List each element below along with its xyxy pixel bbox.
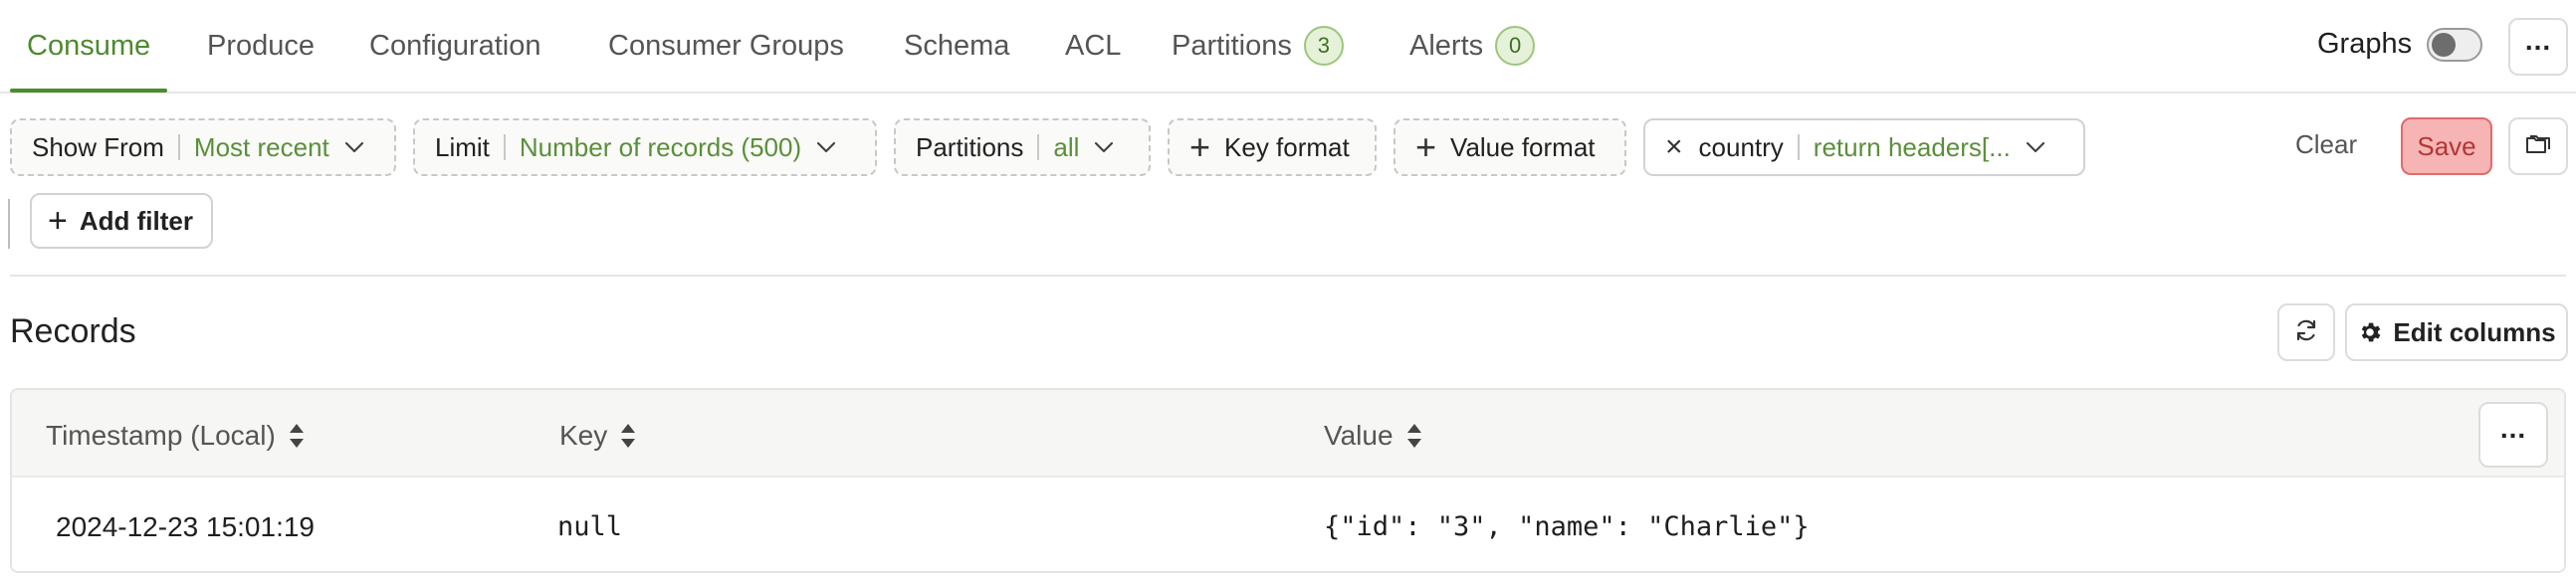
- table-options-button[interactable]: ...: [2478, 402, 2548, 468]
- filter-value: all: [1053, 131, 1080, 162]
- limit-filter[interactable]: Limit Number of records (500): [413, 118, 877, 176]
- column-label: Key: [559, 420, 608, 451]
- table-header: Timestamp (Local) Key Value ...: [12, 390, 2564, 478]
- sort-icon: [288, 422, 306, 450]
- partitions-count-badge: 3: [1303, 26, 1344, 66]
- tab-label: Partitions: [1172, 30, 1292, 62]
- filter-separator: [1037, 134, 1040, 160]
- key-format-button[interactable]: + Key format: [1168, 118, 1377, 176]
- cell-value: {"id": "3", "name": "Charlie"}: [1324, 511, 1810, 542]
- tab-produce[interactable]: Produce: [207, 30, 315, 92]
- column-label: Value: [1324, 420, 1394, 451]
- filter-label: Show From: [32, 131, 164, 162]
- show-from-filter[interactable]: Show From Most recent: [10, 118, 396, 176]
- header-filter-chip[interactable]: × country return headers[...: [1643, 118, 2085, 176]
- tab-label: Consumer Groups: [608, 30, 844, 62]
- sort-icon: [619, 422, 637, 450]
- filter-label: Limit: [435, 131, 490, 162]
- tab-label: Consume: [27, 30, 151, 62]
- chevron-down-icon: [2025, 136, 2046, 158]
- tab-consume[interactable]: Consume: [9, 30, 168, 93]
- tab-label: Produce: [207, 30, 316, 62]
- chevron-down-icon: [815, 136, 837, 158]
- key-format-label: Key format: [1224, 131, 1350, 162]
- filter-separator: [1797, 134, 1800, 160]
- filter-label: country: [1698, 131, 1784, 162]
- graphs-toggle[interactable]: [2427, 28, 2482, 62]
- filter-value: Number of records (500): [519, 131, 802, 162]
- edit-columns-button[interactable]: Edit columns: [2345, 303, 2568, 361]
- column-header-key[interactable]: Key: [559, 420, 637, 452]
- section-divider: [10, 275, 2566, 277]
- column-header-timestamp[interactable]: Timestamp (Local): [46, 420, 306, 452]
- filter-value: return headers[...: [1813, 131, 2011, 162]
- clear-button[interactable]: Clear: [2295, 129, 2357, 160]
- filter-value: Most recent: [193, 131, 329, 162]
- tab-configuration[interactable]: Configuration: [369, 30, 541, 92]
- cell-timestamp: 2024-12-23 15:01:19: [56, 511, 315, 542]
- filter-separator: [177, 134, 180, 160]
- alerts-count-badge: 0: [1495, 26, 1536, 66]
- value-format-label: Value format: [1450, 131, 1596, 162]
- filter-divider: [8, 199, 10, 249]
- plus-icon: +: [1189, 126, 1211, 167]
- tab-label: Schema: [904, 30, 1010, 62]
- plus-icon: +: [1415, 126, 1437, 167]
- tab-label: Alerts: [1409, 30, 1484, 62]
- tab-label: ACL: [1065, 30, 1122, 62]
- gear-icon: [2357, 319, 2383, 345]
- toggle-knob: [2432, 33, 2456, 57]
- column-header-value[interactable]: Value: [1324, 420, 1423, 452]
- tab-consumer-groups[interactable]: Consumer Groups: [608, 30, 844, 92]
- chevron-down-icon: [1093, 136, 1115, 158]
- tab-schema[interactable]: Schema: [904, 30, 1009, 92]
- folder-icon: [2525, 133, 2551, 160]
- filter-label: Partitions: [916, 131, 1024, 162]
- refresh-button[interactable]: [2277, 303, 2335, 361]
- tab-partitions[interactable]: Partitions 3: [1172, 26, 1344, 92]
- records-title: Records: [10, 312, 136, 350]
- saved-filters-button[interactable]: [2508, 117, 2568, 175]
- filter-separator: [503, 134, 506, 160]
- plus-icon: +: [48, 202, 68, 240]
- more-options-button[interactable]: ...: [2508, 18, 2568, 76]
- value-format-button[interactable]: + Value format: [1394, 118, 1626, 176]
- tab-bar: Consume Produce Configuration Consumer G…: [0, 0, 2576, 94]
- table-row[interactable]: 2024-12-23 15:01:19 null {"id": "3", "na…: [12, 480, 2564, 571]
- cell-key: null: [557, 511, 623, 542]
- partitions-filter[interactable]: Partitions all: [894, 118, 1151, 176]
- edit-columns-label: Edit columns: [2393, 316, 2556, 347]
- more-horizontal-icon: ...: [2499, 413, 2527, 444]
- close-icon[interactable]: ×: [1665, 132, 1683, 162]
- add-filter-label: Add filter: [79, 205, 193, 236]
- graphs-label: Graphs: [2317, 28, 2413, 60]
- tab-alerts[interactable]: Alerts 0: [1409, 26, 1536, 92]
- column-label: Timestamp (Local): [46, 420, 276, 451]
- more-horizontal-icon: ...: [2524, 25, 2552, 56]
- save-button[interactable]: Save: [2401, 117, 2492, 175]
- records-table: Timestamp (Local) Key Value ... 2024-12-…: [10, 388, 2566, 573]
- tab-label: Configuration: [369, 30, 541, 62]
- sort-icon: [1405, 422, 1423, 450]
- tab-acl[interactable]: ACL: [1065, 30, 1121, 92]
- chevron-down-icon: [343, 136, 365, 158]
- add-filter-button[interactable]: + Add filter: [30, 193, 213, 249]
- refresh-icon: [2293, 317, 2319, 348]
